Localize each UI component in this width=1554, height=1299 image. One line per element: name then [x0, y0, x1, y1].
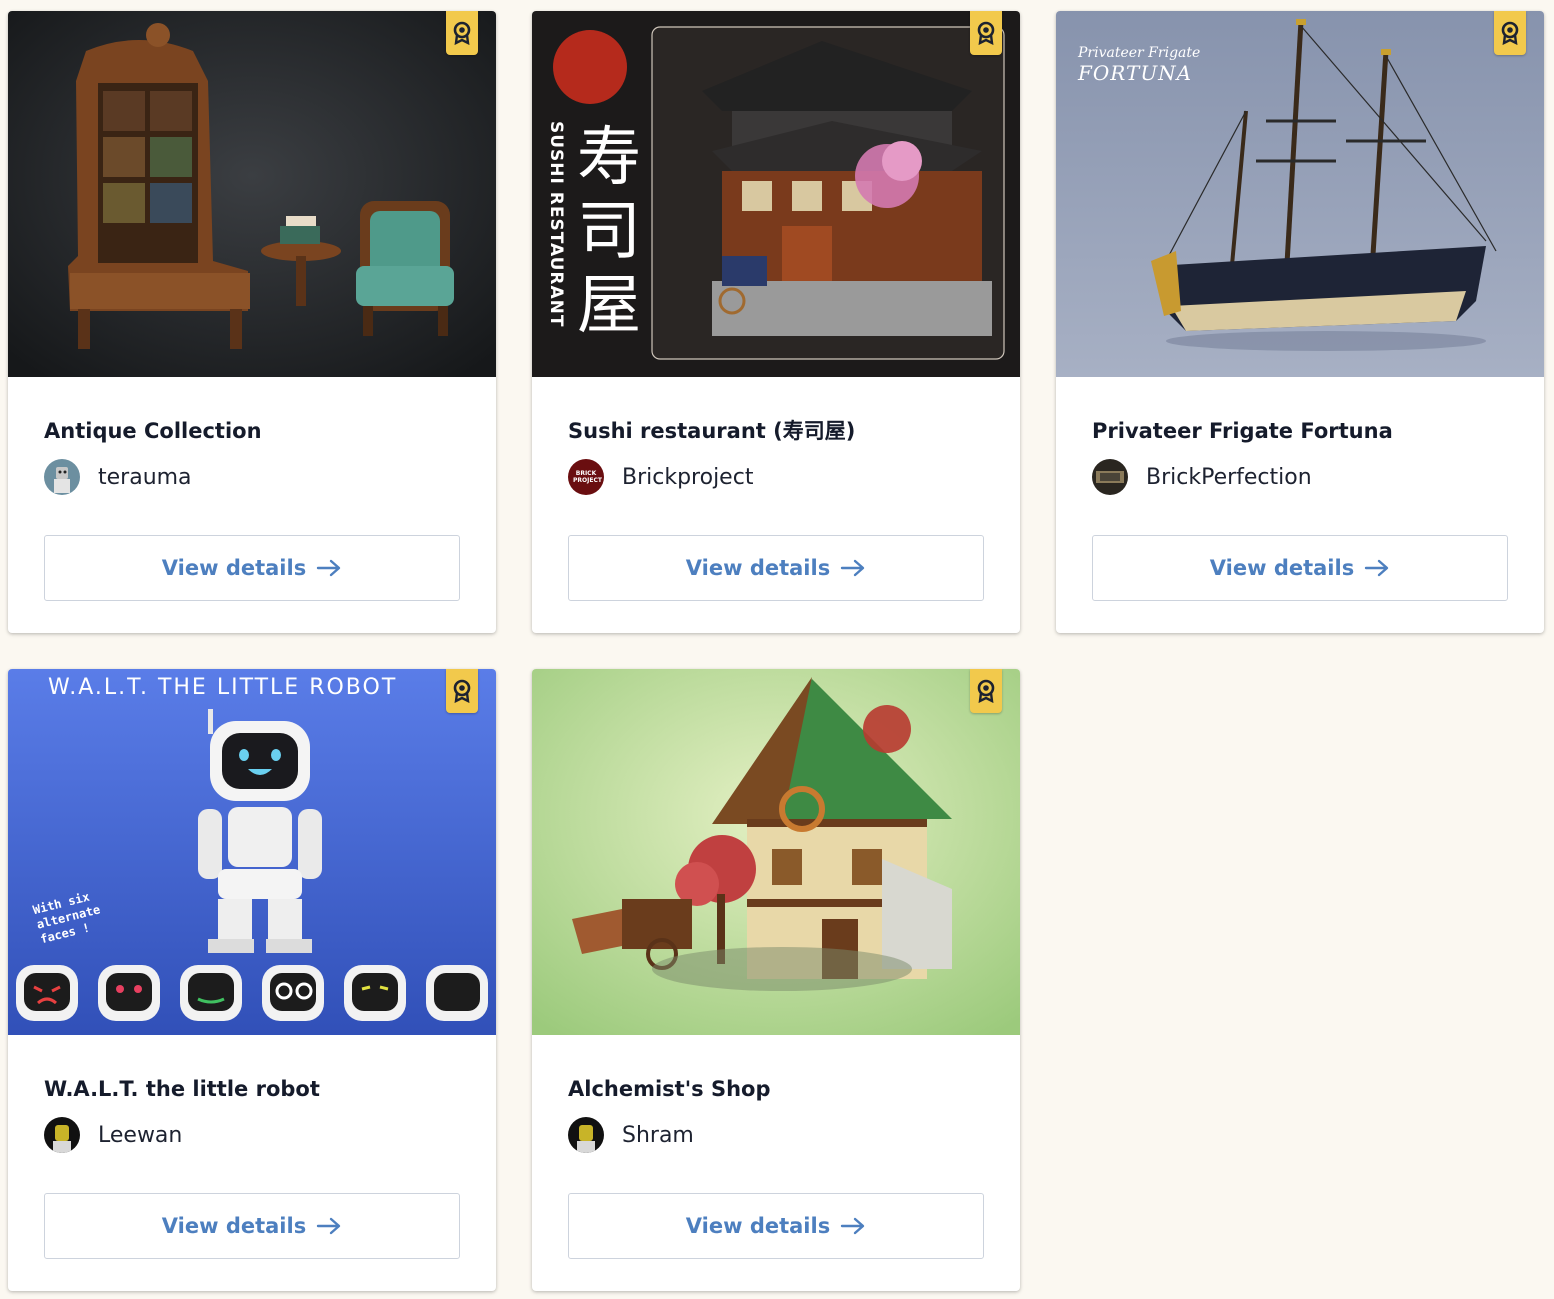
project-title[interactable]: Privateer Frigate Fortuna: [1092, 417, 1508, 445]
avatar[interactable]: [568, 1117, 604, 1153]
creator-info[interactable]: Leewan: [44, 1117, 460, 1153]
arrow-right-icon: [840, 1217, 866, 1235]
image-banner-text: W.A.L.T. THE LITTLE ROBOT: [48, 675, 398, 700]
view-details-label: View details: [161, 556, 307, 580]
arrow-right-icon: [1364, 559, 1390, 577]
project-title[interactable]: Sushi restaurant (寿司屋): [568, 417, 984, 445]
view-details-button[interactable]: View details: [44, 1193, 460, 1259]
creator-name[interactable]: Leewan: [98, 1123, 182, 1148]
project-card[interactable]: Antique Collection terauma View details: [8, 11, 496, 633]
project-card[interactable]: Alchemist's Shop Shram View details: [532, 669, 1020, 1291]
award-ribbon-icon: [970, 11, 1002, 55]
image-caption: SUSHI RESTAURANT: [544, 121, 568, 351]
creator-info[interactable]: BrickPerfection: [1092, 459, 1508, 495]
kanji-title: 寿 司 屋: [574, 121, 644, 343]
project-card[interactable]: SUSHI RESTAURANT 寿 司 屋 Sushi restaurant …: [532, 11, 1020, 633]
project-image[interactable]: [8, 11, 496, 377]
view-details-label: View details: [161, 1214, 307, 1238]
creator-name[interactable]: Brickproject: [622, 465, 753, 490]
avatar-text: BRICK PROJECT: [573, 470, 602, 484]
image-caption: Privateer Frigate FORTUNA: [1078, 45, 1200, 85]
avatar[interactable]: [1092, 459, 1128, 495]
project-image[interactable]: W.A.L.T. THE LITTLE ROBOT With six alter…: [8, 669, 496, 1035]
arrow-right-icon: [840, 559, 866, 577]
creator-name[interactable]: terauma: [98, 465, 192, 490]
project-title[interactable]: Antique Collection: [44, 417, 460, 445]
project-image[interactable]: [532, 669, 1020, 1035]
project-image[interactable]: Privateer Frigate FORTUNA: [1056, 11, 1544, 377]
project-title[interactable]: Alchemist's Shop: [568, 1075, 984, 1103]
project-card[interactable]: W.A.L.T. THE LITTLE ROBOT With six alter…: [8, 669, 496, 1291]
view-details-button[interactable]: View details: [44, 535, 460, 601]
view-details-label: View details: [685, 556, 831, 580]
creator-info[interactable]: BRICK PROJECT Brickproject: [568, 459, 984, 495]
creator-name[interactable]: Shram: [622, 1123, 694, 1148]
view-details-label: View details: [1209, 556, 1355, 580]
view-details-label: View details: [685, 1214, 831, 1238]
arrow-right-icon: [316, 1217, 342, 1235]
project-title[interactable]: W.A.L.T. the little robot: [44, 1075, 460, 1103]
award-ribbon-icon: [1494, 11, 1526, 55]
award-ribbon-icon: [446, 11, 478, 55]
view-details-button[interactable]: View details: [568, 535, 984, 601]
kanji-char: 司: [577, 195, 641, 269]
award-ribbon-icon: [446, 669, 478, 713]
image-caption-line: Privateer Frigate: [1078, 45, 1201, 61]
project-image[interactable]: SUSHI RESTAURANT 寿 司 屋: [532, 11, 1020, 377]
creator-name[interactable]: BrickPerfection: [1146, 465, 1312, 490]
view-details-button[interactable]: View details: [1092, 535, 1508, 601]
kanji-char: 寿: [577, 121, 641, 195]
arrow-right-icon: [316, 559, 342, 577]
creator-info[interactable]: terauma: [44, 459, 460, 495]
avatar[interactable]: [44, 459, 80, 495]
creator-info[interactable]: Shram: [568, 1117, 984, 1153]
award-ribbon-icon: [970, 669, 1002, 713]
avatar[interactable]: [44, 1117, 80, 1153]
project-grid: Antique Collection terauma View details: [8, 11, 1544, 1291]
kanji-char: 屋: [577, 269, 641, 343]
image-caption-line: FORTUNA: [1078, 61, 1193, 85]
project-card[interactable]: Privateer Frigate FORTUNA Privateer Frig…: [1056, 11, 1544, 633]
view-details-button[interactable]: View details: [568, 1193, 984, 1259]
image-caption-text: SUSHI RESTAURANT: [546, 121, 566, 328]
avatar[interactable]: BRICK PROJECT: [568, 459, 604, 495]
